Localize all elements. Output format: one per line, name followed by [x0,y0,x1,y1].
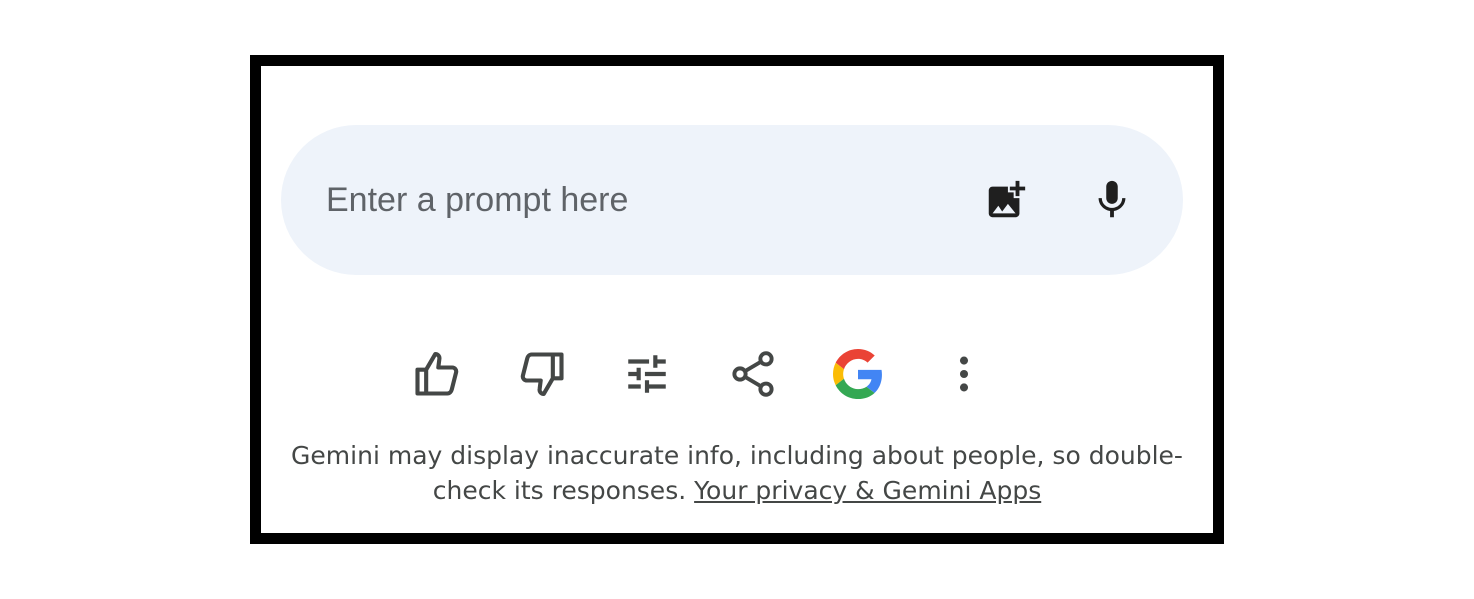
disclaimer-text: Gemini may display inaccurate info, incl… [291,438,1183,508]
voice-input-button[interactable] [1087,175,1137,225]
prompt-input[interactable]: Enter a prompt here [326,180,628,220]
disclaimer-line-2: check its responses. [432,476,695,505]
thumb-down-icon [516,348,568,400]
bad-response-button[interactable] [514,346,570,402]
share-button[interactable] [725,346,781,402]
disclaimer-line-1: Gemini may display inaccurate info, incl… [291,441,1183,470]
more-vert-icon [941,351,987,397]
double-check-button[interactable] [830,346,886,402]
modify-response-button[interactable] [619,346,675,402]
more-options-button[interactable] [936,346,992,402]
upload-image-button[interactable] [981,175,1031,225]
tune-icon [622,349,672,399]
mic-icon [1089,177,1135,223]
response-actions [261,346,1213,402]
good-response-button[interactable] [409,346,465,402]
add-photo-icon [983,177,1029,223]
google-icon [833,349,883,399]
thumb-up-icon [411,348,463,400]
gemini-input-panel: Enter a prompt here Gemini may display i… [250,55,1224,544]
share-icon [727,348,779,400]
privacy-link[interactable]: Your privacy & Gemini Apps [694,476,1041,505]
prompt-input-bar[interactable]: Enter a prompt here [281,125,1183,275]
